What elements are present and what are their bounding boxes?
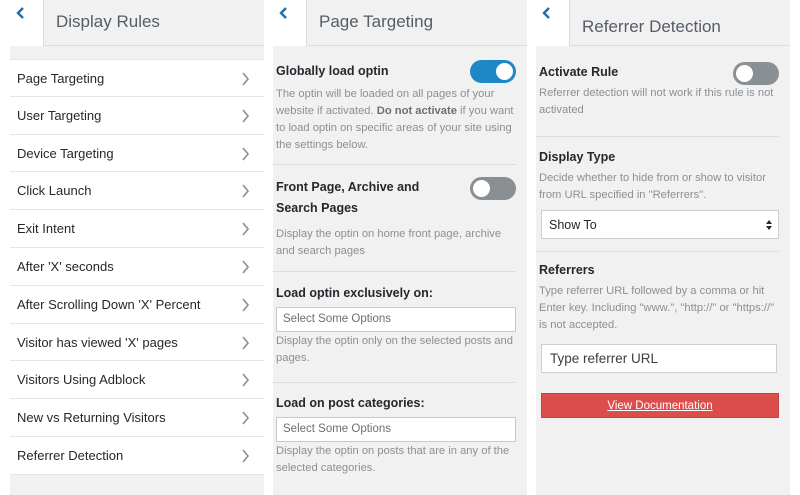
chevron-right-icon	[242, 147, 250, 161]
global-load-toggle[interactable]	[470, 60, 516, 83]
rule-item-referrer-detection[interactable]: Referrer Detection	[10, 436, 264, 475]
rule-label: After 'X' seconds	[17, 258, 114, 274]
front-page-toggle[interactable]	[470, 177, 516, 200]
page-title: Page Targeting	[319, 12, 434, 31]
categories-section: Load on post categories:	[273, 393, 527, 414]
chevron-right-icon	[242, 449, 250, 463]
display-rules-panel: Display Rules Page Targeting User Target…	[10, 0, 264, 495]
rule-label: Visitor has viewed 'X' pages	[17, 334, 178, 350]
divider	[536, 251, 779, 252]
chevron-right-icon	[242, 336, 250, 350]
toggle-knob	[736, 65, 753, 82]
chevron-right-icon	[242, 222, 250, 236]
back-button[interactable]	[10, 0, 44, 46]
activate-rule-toggle[interactable]	[733, 62, 779, 85]
chevron-left-icon	[542, 7, 550, 19]
front-page-description: Display the optin on home front page, ar…	[276, 228, 502, 257]
display-type-label: Display Type	[539, 150, 616, 164]
panel-header: Display Rules	[10, 0, 264, 46]
referrers-description: Type referrer URL followed by a comma or…	[539, 285, 775, 331]
panel-header: Referrer Detection	[536, 0, 790, 46]
rule-label: Device Targeting	[17, 145, 114, 161]
rule-label: After Scrolling Down 'X' Percent	[17, 296, 201, 312]
categories-description: Display the optin on posts that are in a…	[276, 445, 510, 474]
back-button[interactable]	[273, 0, 307, 46]
referrer-detection-panel: Referrer Detection Activate Rule Referre…	[536, 0, 790, 495]
rule-item-after-seconds[interactable]: After 'X' seconds	[10, 247, 264, 286]
exclusive-label: Load optin exclusively on:	[276, 286, 433, 300]
divider	[536, 136, 779, 137]
toggle-knob	[496, 63, 513, 80]
page-title: Referrer Detection	[582, 17, 721, 36]
exclusive-desc-wrap: Display the optin only on the selected p…	[273, 329, 527, 367]
divider	[273, 382, 516, 383]
panel-header: Page Targeting	[273, 0, 527, 46]
front-page-desc-wrap: Display the optin on home front page, ar…	[273, 222, 527, 260]
categories-desc-wrap: Display the optin on posts that are in a…	[273, 439, 527, 477]
categories-label: Load on post categories:	[276, 396, 425, 410]
rule-label: Referrer Detection	[17, 447, 124, 463]
select-arrows-icon	[766, 220, 772, 230]
rule-item-new-vs-returning[interactable]: New vs Returning Visitors	[10, 399, 264, 437]
rule-item-page-targeting[interactable]: Page Targeting	[10, 59, 264, 97]
chevron-right-icon	[242, 260, 250, 274]
display-type-select[interactable]: Show To	[541, 210, 779, 239]
exclusive-description: Display the optin only on the selected p…	[276, 335, 513, 364]
referrer-url-input[interactable]: Type referrer URL	[541, 344, 777, 373]
display-type-description: Decide whether to hide from or show to v…	[539, 172, 766, 201]
rule-item-click-launch[interactable]: Click Launch	[10, 172, 264, 211]
referrers-label: Referrers	[539, 263, 595, 277]
referrers-section: Referrers Type referrer URL followed by …	[536, 260, 790, 334]
chevron-left-icon	[16, 7, 24, 19]
rule-label: Visitors Using Adblock	[17, 372, 146, 388]
divider	[273, 271, 516, 272]
chevron-right-icon	[242, 72, 250, 86]
chevron-right-icon	[242, 298, 250, 312]
rule-item-after-scrolling[interactable]: After Scrolling Down 'X' Percent	[10, 285, 264, 324]
rule-item-user-targeting[interactable]: User Targeting	[10, 96, 264, 135]
page-title: Display Rules	[56, 12, 160, 31]
chevron-right-icon	[242, 184, 250, 198]
rule-label: User Targeting	[17, 107, 102, 123]
display-type-section: Display Type Decide whether to hide from…	[536, 147, 790, 204]
chevron-right-icon	[242, 411, 250, 425]
global-load-description: The optin will be loaded on all pages of…	[276, 88, 514, 151]
page-targeting-panel: Page Targeting Globally load optin The o…	[273, 0, 527, 495]
exclusive-section: Load optin exclusively on:	[273, 283, 527, 304]
chevron-left-icon	[279, 7, 287, 19]
front-page-label: Front Page, Archive and Search Pages	[276, 180, 420, 215]
divider	[273, 164, 516, 165]
rules-list: Page Targeting User Targeting Device Tar…	[10, 59, 264, 475]
toggle-knob	[473, 180, 490, 197]
rule-label: Exit Intent	[17, 221, 75, 237]
rule-label: New vs Returning Visitors	[17, 410, 166, 426]
chevron-right-icon	[242, 373, 250, 387]
back-button[interactable]	[536, 0, 570, 46]
rule-label: Page Targeting	[17, 71, 105, 86]
rule-label: Click Launch	[17, 183, 92, 199]
activate-description: Referrer detection will not work if this…	[539, 87, 774, 116]
rule-item-exit-intent[interactable]: Exit Intent	[10, 210, 264, 248]
chevron-right-icon	[242, 109, 250, 123]
rule-item-device-targeting[interactable]: Device Targeting	[10, 134, 264, 173]
rule-item-visitor-viewed-pages[interactable]: Visitor has viewed 'X' pages	[10, 323, 264, 362]
view-documentation-button[interactable]: View Documentation	[541, 393, 779, 418]
display-type-selected: Show To	[549, 218, 597, 232]
rule-item-adblock[interactable]: Visitors Using Adblock	[10, 361, 264, 400]
